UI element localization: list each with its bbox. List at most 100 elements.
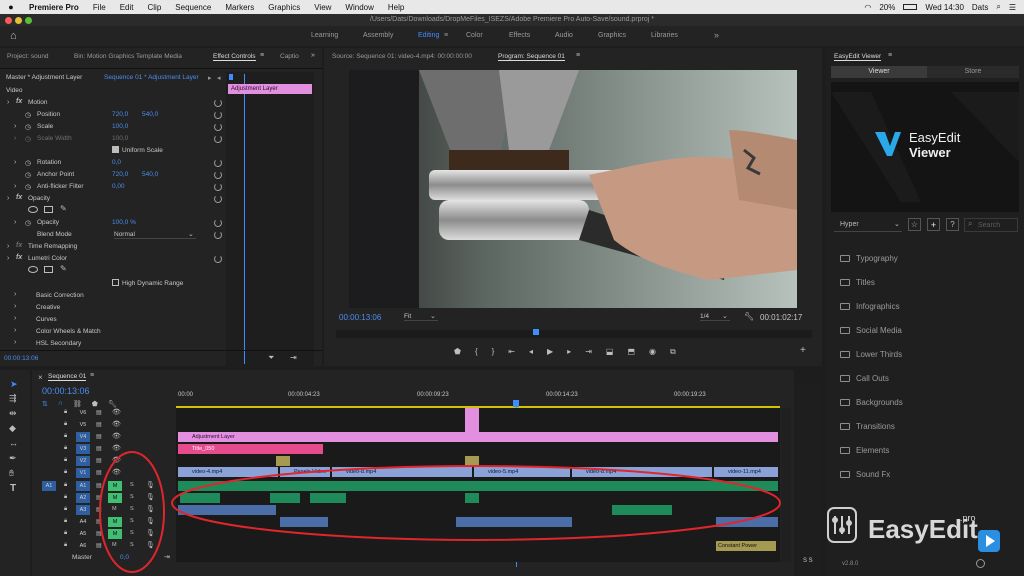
lock-icon[interactable]: 🔒︎ bbox=[64, 409, 67, 416]
compare-view-icon[interactable]: ⧉ bbox=[670, 347, 676, 357]
extract-icon[interactable]: ⬒ bbox=[627, 347, 635, 357]
add-button-icon[interactable]: + bbox=[800, 345, 806, 356]
sync-lock-icon[interactable]: ▤ bbox=[96, 518, 102, 525]
workspace-assembly[interactable]: Assembly bbox=[363, 32, 393, 39]
export-frame-icon[interactable]: ◉ bbox=[649, 347, 656, 357]
reset-position-icon[interactable] bbox=[214, 111, 222, 119]
panel-menu-icon[interactable]: ≡ bbox=[90, 372, 94, 379]
reset-antiflicker-icon[interactable] bbox=[214, 183, 222, 191]
track-label-a1[interactable]: A1 bbox=[76, 481, 90, 491]
rectangle-mask-icon[interactable] bbox=[44, 206, 53, 213]
lock-icon[interactable]: 🔒︎ bbox=[64, 457, 67, 464]
chevron-down-icon[interactable]: ⌄ bbox=[722, 312, 728, 320]
expand-hsl-icon[interactable]: › bbox=[14, 339, 16, 346]
uniform-scale-checkbox[interactable] bbox=[112, 146, 119, 153]
track-label-a5[interactable]: A5 bbox=[76, 529, 90, 539]
category-elements[interactable]: Elements bbox=[840, 443, 889, 457]
mute-button-a4[interactable]: M bbox=[108, 517, 122, 527]
pen-tool-icon[interactable]: ✒ bbox=[9, 453, 17, 464]
filter-icon[interactable]: ⏷ bbox=[268, 353, 274, 363]
tab-program[interactable]: Program: Sequence 01 bbox=[498, 53, 565, 61]
clip-v1-video-8b[interactable]: video-8.mp4 bbox=[572, 467, 712, 477]
category-typography[interactable]: Typography bbox=[840, 251, 898, 265]
timeline-timecode[interactable]: 00:00:13:06 bbox=[42, 386, 90, 396]
sync-lock-icon[interactable]: ▤ bbox=[96, 530, 102, 537]
close-tab-icon[interactable]: × bbox=[38, 373, 43, 382]
sequence-clip-label[interactable]: Sequence 01 * Adjustment Layer bbox=[104, 74, 199, 81]
sync-lock-icon[interactable]: ▤ bbox=[96, 542, 102, 549]
tab-project[interactable]: Project: sound bbox=[7, 53, 49, 60]
close-window-button[interactable] bbox=[5, 17, 12, 24]
category-transitions[interactable]: Transitions bbox=[840, 419, 895, 433]
nest-icon[interactable]: ⇅ bbox=[42, 400, 48, 408]
microphone-icon[interactable]: 🎙︎ bbox=[146, 529, 155, 537]
add-icon[interactable]: + bbox=[927, 218, 940, 231]
workspace-menu-icon[interactable]: ≡ bbox=[444, 32, 448, 39]
track-label-a6[interactable]: A6 bbox=[76, 541, 90, 551]
lock-icon[interactable]: 🔒︎ bbox=[64, 542, 67, 549]
sync-lock-icon[interactable]: ▤ bbox=[96, 445, 102, 452]
lock-icon[interactable]: 🔒︎ bbox=[64, 530, 67, 537]
clip-a4-audio[interactable] bbox=[456, 517, 572, 527]
microphone-icon[interactable]: 🎙︎ bbox=[146, 517, 155, 525]
clip-v2-graphic[interactable] bbox=[465, 456, 479, 466]
expand-opacity-prop-icon[interactable]: › bbox=[14, 219, 16, 226]
search-icon[interactable]: ⌕ bbox=[996, 2, 1000, 12]
clip-a4-audio[interactable] bbox=[280, 517, 328, 527]
microphone-icon[interactable]: 🎙︎ bbox=[146, 541, 155, 549]
reset-scale-icon[interactable] bbox=[214, 123, 222, 131]
fx-icon[interactable]: fx bbox=[16, 194, 22, 201]
hdr-checkbox[interactable] bbox=[112, 279, 119, 286]
mute-button-a5[interactable]: M bbox=[108, 529, 122, 539]
linked-selection-icon[interactable]: ⛓ bbox=[73, 400, 82, 408]
menu-sequence[interactable]: Sequence bbox=[168, 3, 218, 12]
zoom-window-button[interactable] bbox=[25, 17, 32, 24]
blend-mode-select[interactable]: Normal bbox=[114, 231, 196, 239]
battery-level[interactable]: 20% bbox=[879, 3, 895, 12]
clip-v1-pexels[interactable]: Pexels Video bbox=[280, 467, 330, 477]
effect-timeline[interactable] bbox=[226, 72, 314, 372]
tab-captions[interactable]: Captio bbox=[280, 53, 299, 60]
timeline-playhead-handle[interactable] bbox=[513, 400, 519, 407]
clip-v1-video-4[interactable]: video-4.mp4 bbox=[178, 467, 278, 477]
program-playhead[interactable] bbox=[533, 329, 539, 335]
step-back-icon[interactable]: ◂ bbox=[529, 347, 533, 357]
add-marker-icon[interactable]: ⬟ bbox=[92, 400, 98, 408]
menu-edit[interactable]: Edit bbox=[113, 3, 141, 12]
clip-a6-transition[interactable]: Constant Power bbox=[716, 541, 776, 551]
go-to-out-icon[interactable]: ⇥ bbox=[585, 347, 592, 357]
lumetri-basic-correction[interactable]: Basic Correction bbox=[36, 292, 84, 299]
expand-creative-icon[interactable]: › bbox=[14, 303, 16, 310]
track-label-a3[interactable]: A3 bbox=[76, 505, 90, 515]
microphone-icon[interactable]: 🎙︎ bbox=[146, 481, 155, 489]
category-lower-thirds[interactable]: Lower Thirds bbox=[840, 347, 902, 361]
stopwatch-icon[interactable]: ◷ bbox=[25, 183, 31, 191]
workspace-graphics[interactable]: Graphics bbox=[598, 32, 626, 39]
wrench-icon[interactable]: 🔧︎ bbox=[744, 312, 754, 321]
lumetri-color-wheels[interactable]: Color Wheels & Match bbox=[36, 328, 101, 335]
eye-icon[interactable]: 👁︎ bbox=[112, 432, 121, 440]
reset-motion-icon[interactable] bbox=[214, 99, 222, 107]
tab-effect-controls[interactable]: Effect Controls bbox=[213, 53, 256, 61]
clip-a2-audio[interactable] bbox=[465, 493, 479, 503]
solo-button-a2[interactable]: S bbox=[130, 494, 134, 500]
category-backgrounds[interactable]: Backgrounds bbox=[840, 395, 903, 409]
clip-v6-graphic[interactable] bbox=[465, 408, 479, 432]
sync-lock-icon[interactable]: ▤ bbox=[96, 457, 102, 464]
workspace-libraries[interactable]: Libraries bbox=[651, 32, 678, 39]
menu-view[interactable]: View bbox=[307, 3, 338, 12]
tab-source[interactable]: Source: Sequence 01: video-4.mp4: 00:00:… bbox=[332, 53, 472, 60]
stopwatch-icon[interactable]: ◷ bbox=[25, 123, 31, 131]
type-tool-icon[interactable]: T bbox=[10, 483, 16, 494]
position-x-value[interactable]: 720,0 bbox=[112, 111, 128, 118]
stopwatch-icon[interactable]: ◷ bbox=[25, 219, 31, 227]
menu-markers[interactable]: Markers bbox=[218, 3, 261, 12]
clip-v1-video-11[interactable]: video-11.mp4 bbox=[714, 467, 778, 477]
clock[interactable]: Wed 14:30 bbox=[925, 3, 964, 12]
workspace-effects[interactable]: Effects bbox=[509, 32, 530, 39]
track-label-a2[interactable]: A2 bbox=[76, 493, 90, 503]
timeline-settings-icon[interactable]: 🔧︎ bbox=[108, 400, 117, 408]
microphone-icon[interactable]: 🎙︎ bbox=[146, 505, 155, 513]
category-dropdown[interactable]: Hyper bbox=[834, 218, 902, 232]
menu-icon[interactable]: ☰ bbox=[1009, 3, 1016, 12]
